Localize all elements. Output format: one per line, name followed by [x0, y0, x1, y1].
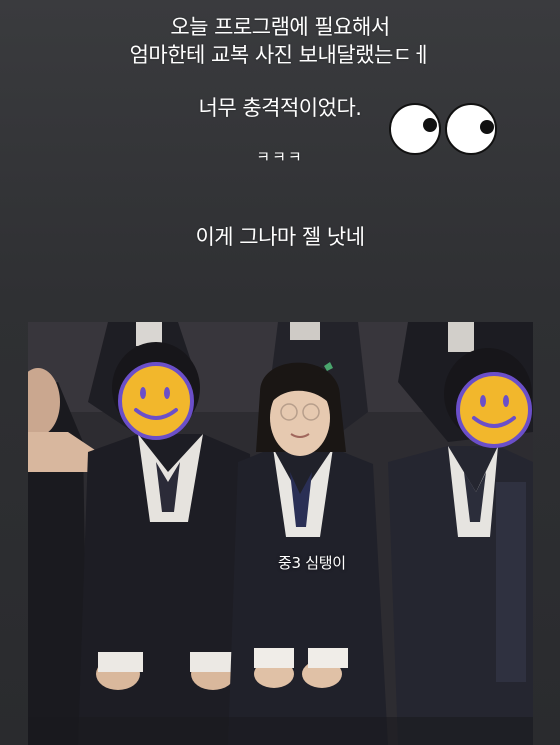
school-uniform-photo: 중3 심탱이 [28, 322, 533, 745]
story-text-line-1: 오늘 프로그램에 필요해서 [170, 15, 390, 39]
story-text-line-2: 엄마한테 교복 사진 보내달랬는ㄷㅔ [129, 43, 431, 67]
story-text-line-5: 이게 그나마 젤 낫네 [195, 225, 365, 249]
googly-eyes-icon [388, 102, 500, 158]
photo-caption: 중3 심탱이 [278, 554, 346, 572]
